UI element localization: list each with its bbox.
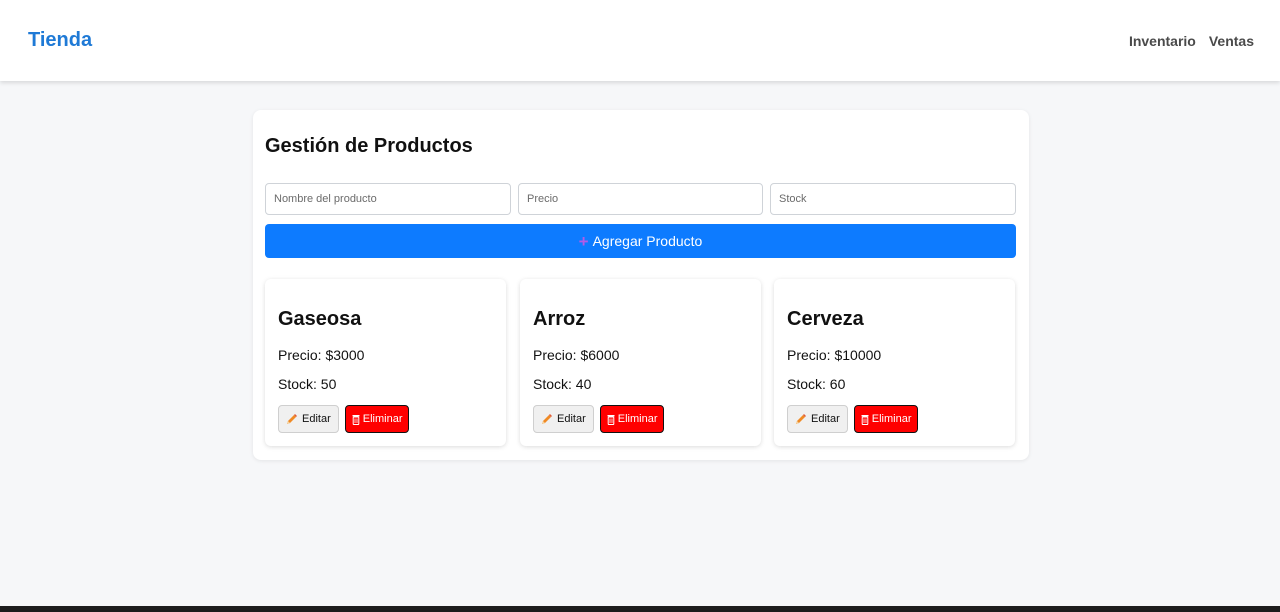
delete-button[interactable]: Eliminar [853, 405, 919, 433]
card-actions: Editar Eliminar [787, 405, 919, 433]
product-stock: Stock: 60 [787, 376, 846, 392]
edit-button[interactable]: Editar [533, 405, 594, 433]
stock-input[interactable] [770, 183, 1016, 215]
bottom-bar [0, 606, 1280, 612]
edit-label: Editar [811, 413, 840, 425]
card-actions: Editar Eliminar [278, 405, 410, 433]
edit-button[interactable]: Editar [787, 405, 848, 433]
product-management-panel: Gestión de Productos + Agregar Producto … [253, 110, 1029, 460]
brand-logo[interactable]: Tienda [28, 29, 92, 52]
product-form [265, 183, 1016, 215]
trash-icon [352, 414, 360, 425]
add-product-label: Agregar Producto [592, 233, 703, 249]
nav-link-ventas[interactable]: Ventas [1209, 33, 1254, 49]
product-stock: Stock: 50 [278, 376, 337, 392]
nav-link-inventario[interactable]: Inventario [1129, 33, 1196, 49]
product-price: Precio: $10000 [787, 347, 882, 363]
add-product-button[interactable]: + Agregar Producto [265, 224, 1016, 258]
nav-links: Inventario Ventas [1129, 33, 1254, 49]
plus-icon: + [578, 231, 589, 251]
delete-button[interactable]: Eliminar [344, 405, 410, 433]
pencil-icon [795, 413, 807, 425]
product-card: Cerveza Precio: $10000 Stock: 60 Editar … [774, 279, 1015, 446]
product-name: Gaseosa [278, 308, 362, 330]
delete-button[interactable]: Eliminar [599, 405, 665, 433]
product-list: Gaseosa Precio: $3000 Stock: 50 Editar E… [265, 279, 1016, 446]
price-input[interactable] [518, 183, 763, 215]
page-title: Gestión de Productos [265, 135, 473, 157]
trash-icon [861, 414, 869, 425]
product-name-input[interactable] [265, 183, 511, 215]
product-price: Precio: $3000 [278, 347, 365, 363]
card-actions: Editar Eliminar [533, 405, 665, 433]
top-navbar: Tienda Inventario Ventas [0, 0, 1280, 81]
pencil-icon [286, 413, 298, 425]
product-name: Cerveza [787, 308, 864, 330]
product-name: Arroz [533, 308, 586, 330]
trash-icon [607, 414, 615, 425]
delete-label: Eliminar [617, 413, 658, 425]
delete-label: Eliminar [362, 413, 403, 425]
edit-button[interactable]: Editar [278, 405, 339, 433]
edit-label: Editar [302, 413, 331, 425]
product-stock: Stock: 40 [533, 376, 592, 392]
product-card: Arroz Precio: $6000 Stock: 40 Editar Eli… [520, 279, 761, 446]
pencil-icon [541, 413, 553, 425]
product-card: Gaseosa Precio: $3000 Stock: 50 Editar E… [265, 279, 506, 446]
edit-label: Editar [557, 413, 586, 425]
delete-label: Eliminar [871, 413, 912, 425]
product-price: Precio: $6000 [533, 347, 620, 363]
